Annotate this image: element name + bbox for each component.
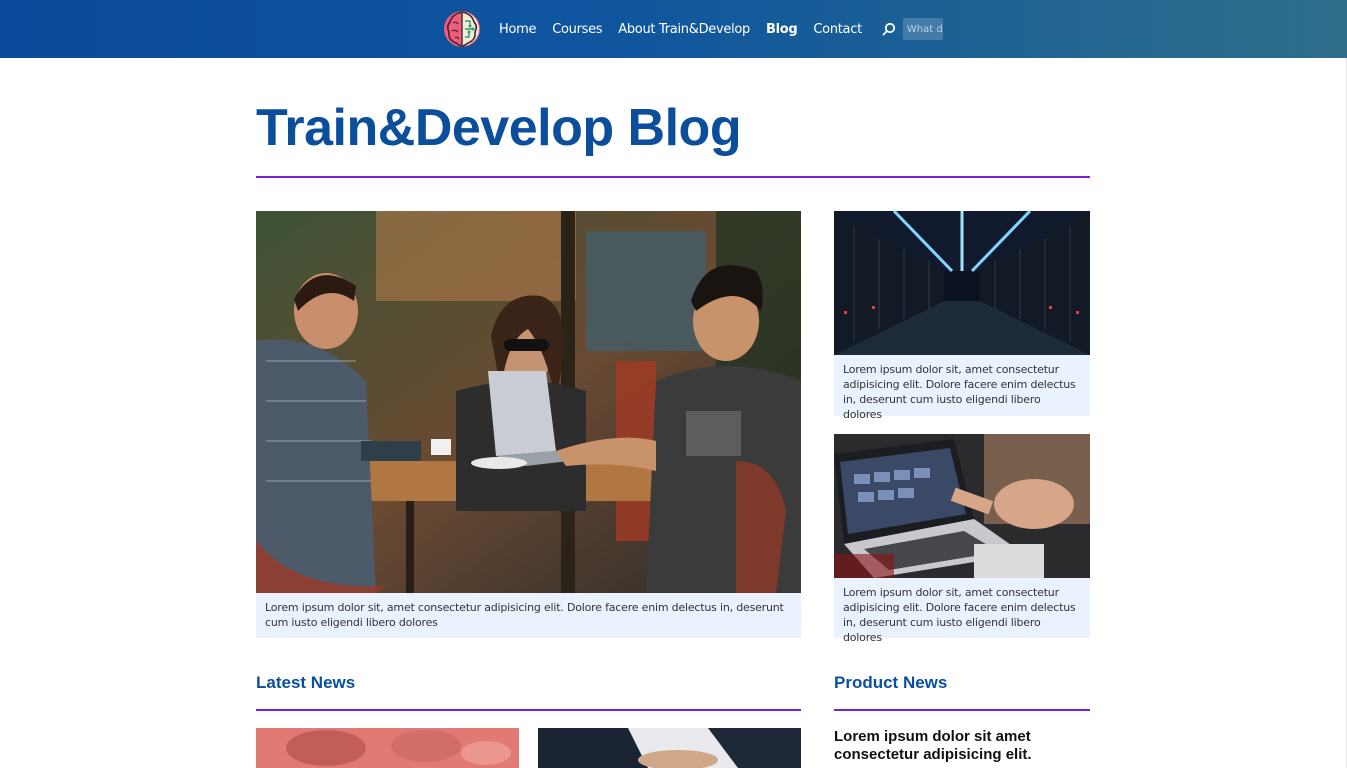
- side-post-caption: Lorem ipsum dolor sit, amet consectetur …: [843, 586, 1076, 644]
- search-input[interactable]: [902, 18, 943, 40]
- nav-inner: Home Courses About Train&Develop Blog Co…: [443, 0, 943, 58]
- laptop-meeting-image[interactable]: [834, 434, 1090, 578]
- featured-post-image[interactable]: [256, 211, 801, 593]
- server-room-image[interactable]: [834, 211, 1090, 355]
- product-news-headline[interactable]: Lorem ipsum dolor sit amet consectetur a…: [834, 728, 1090, 764]
- product-news-title: Product News: [834, 673, 948, 692]
- search-icon[interactable]: [882, 22, 896, 36]
- brain-logo-icon[interactable]: [443, 9, 481, 49]
- news-thumbnail[interactable]: [256, 728, 519, 768]
- side-post-card[interactable]: Lorem ipsum dolor sit, amet consectetur …: [834, 211, 1090, 421]
- side-post-card[interactable]: Lorem ipsum dolor sit, amet consectetur …: [834, 434, 1090, 644]
- product-news-divider: [834, 709, 1090, 711]
- nav-link-contact[interactable]: Contact: [813, 22, 862, 37]
- nav-link-about[interactable]: About Train&Develop: [618, 22, 750, 37]
- nav-link-home[interactable]: Home: [499, 22, 537, 37]
- featured-post-caption: Lorem ipsum dolor sit, amet consectetur …: [265, 601, 784, 629]
- title-divider: [256, 176, 1090, 178]
- featured-post-card[interactable]: Lorem ipsum dolor sit, amet consectetur …: [256, 211, 801, 638]
- nav-link-courses[interactable]: Courses: [552, 22, 602, 37]
- side-post-caption: Lorem ipsum dolor sit, amet consectetur …: [843, 363, 1076, 421]
- news-thumbnail[interactable]: [538, 728, 801, 768]
- top-navbar: Home Courses About Train&Develop Blog Co…: [0, 0, 1347, 58]
- page-title: Train&Develop Blog: [256, 99, 742, 157]
- latest-news-divider: [256, 709, 801, 711]
- nav-link-blog[interactable]: Blog: [766, 22, 798, 37]
- latest-news-title: Latest News: [256, 673, 356, 692]
